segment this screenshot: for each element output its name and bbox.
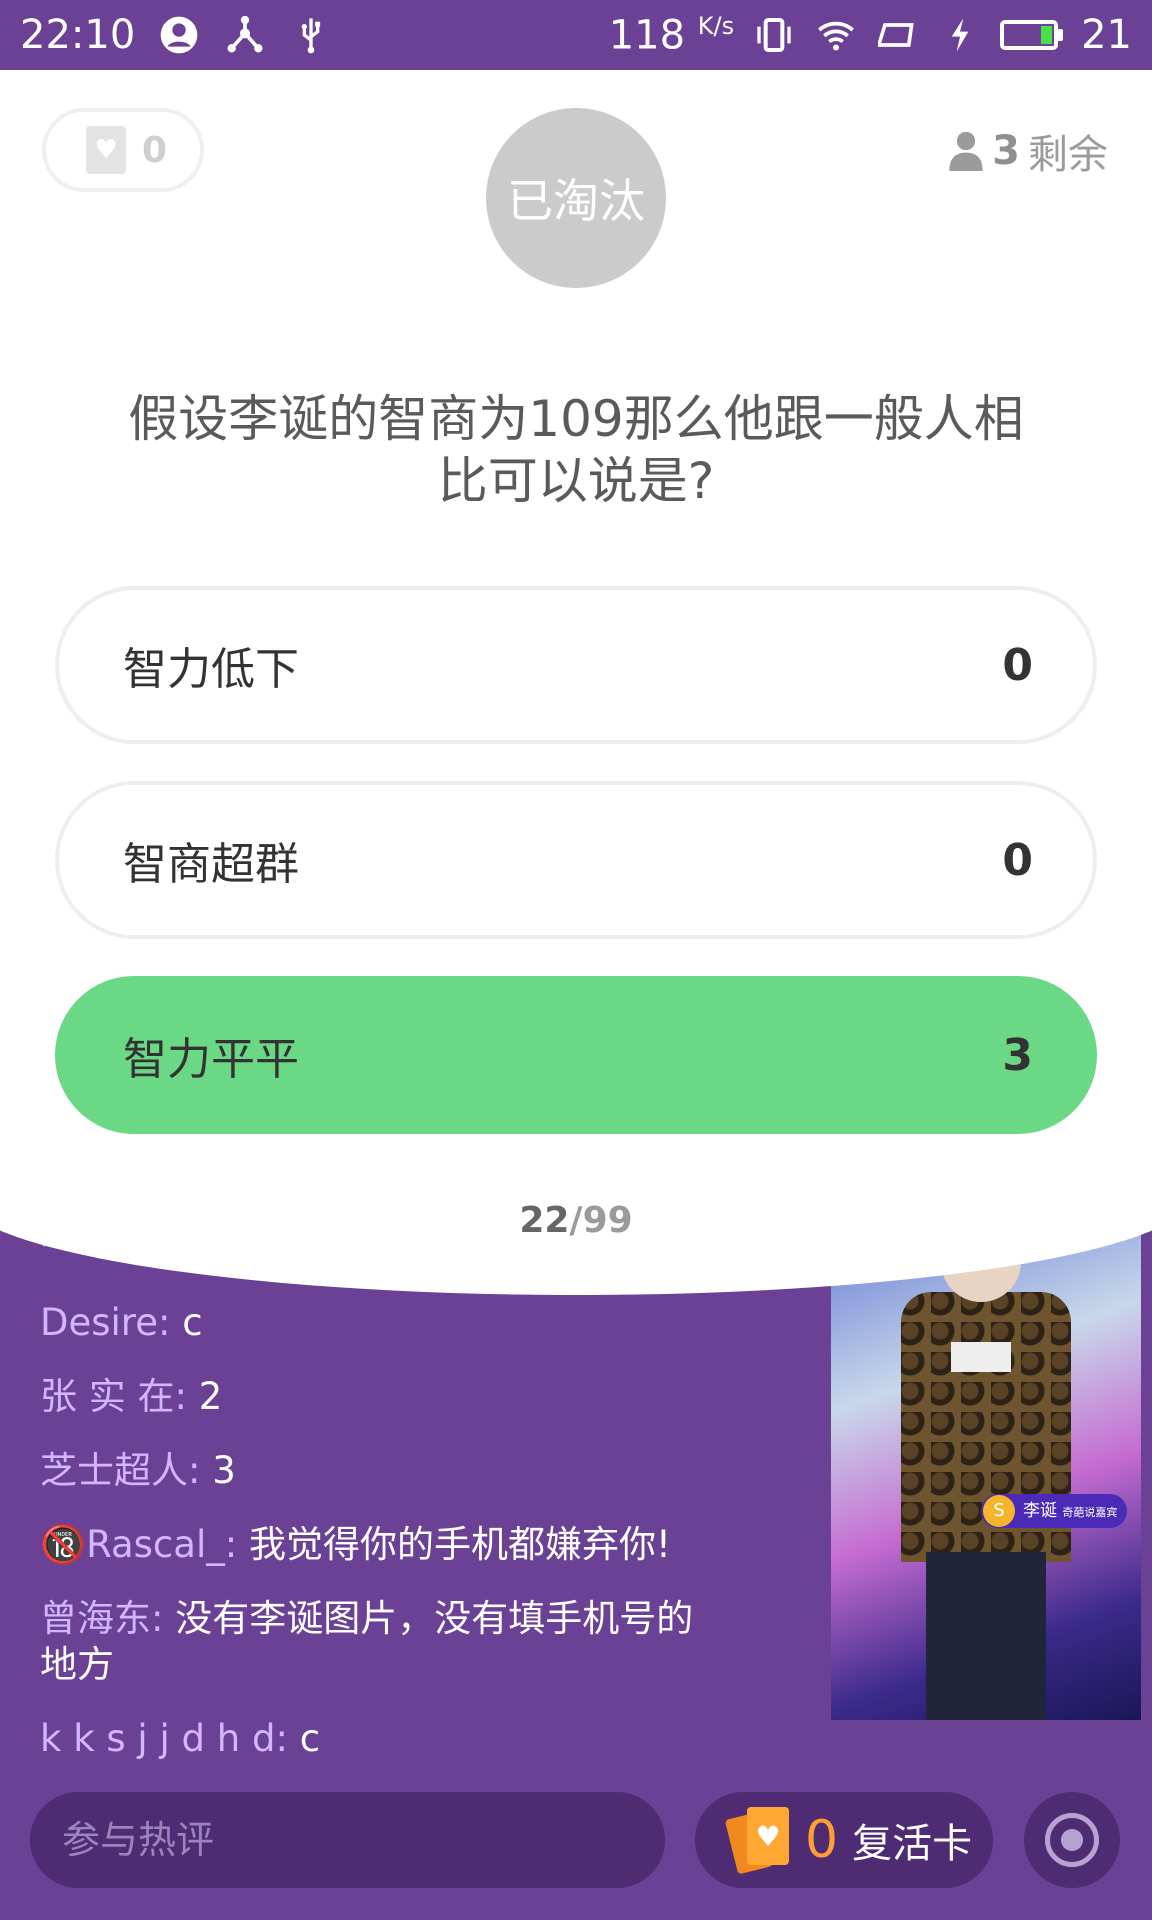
account-icon [157, 13, 201, 57]
chat-message: 张 实 在: 2 [40, 1375, 223, 1418]
lives-count: 0 [142, 129, 168, 171]
battery-icon [1000, 19, 1064, 50]
chat-text: 2 [198, 1375, 223, 1418]
lives-pill[interactable]: ♥ 0 [42, 108, 204, 192]
chat-message: k k s j j d h d: c [40, 1717, 321, 1760]
eliminated-badge: 已淘汰 [486, 108, 666, 288]
answer-option[interactable]: 智商超群 0 [55, 781, 1097, 939]
chat-username: 张 实 在 [40, 1375, 175, 1418]
age-badge-icon: 🔞 [40, 1523, 87, 1566]
option-count: 3 [1002, 1029, 1033, 1081]
option-label: 智力平平 [123, 1034, 299, 1085]
option-count: 0 [1002, 639, 1033, 691]
battery-level: 21 [1081, 11, 1132, 58]
answer-option[interactable]: 智力低下 0 [55, 586, 1097, 744]
screen-icon [876, 13, 920, 57]
chat-text: 我觉得你的手机都嫌弃你! [248, 1523, 671, 1566]
chat-username: 芝士超人 [40, 1449, 188, 1492]
charging-icon [938, 13, 982, 57]
option-label: 智商超群 [123, 839, 299, 890]
usb-icon [289, 13, 333, 57]
chat-text: c [182, 1301, 203, 1344]
chat-username: 曾海东 [40, 1597, 151, 1640]
person-icon [949, 131, 983, 171]
host-card [951, 1342, 1011, 1372]
chat-message: 🔞Rascal_: 我觉得你的手机都嫌弃你! [40, 1523, 671, 1566]
live-video[interactable]: S 李诞 奇葩说嘉宾 [831, 1232, 1141, 1720]
usb-share-icon [223, 13, 267, 57]
comment-input[interactable] [30, 1792, 665, 1888]
revive-cards-icon: ♥ [724, 1805, 791, 1875]
heart-icon: ♥ [86, 126, 126, 174]
revive-label: 复活卡 [852, 1821, 973, 1867]
chat-username: Rascal_ [86, 1523, 225, 1566]
revive-card-button[interactable]: ♥ 0 复活卡 [695, 1792, 993, 1888]
chat-message: 曾海东: 没有李诞图片，没有填手机号的地方 [40, 1597, 694, 1686]
revive-count: 0 [805, 1810, 839, 1870]
answer-option-correct[interactable]: 智力平平 3 [55, 976, 1097, 1134]
chat-text: c [299, 1717, 321, 1760]
chat-feed: 陈 Desire: c 张 实 在: 2 芝士超人: 3 🔞Rascal_: 我… [40, 1209, 740, 1790]
remaining-count: 3 [992, 128, 1020, 174]
host-name-badge: S 李诞 奇葩说嘉宾 [981, 1494, 1128, 1528]
chat-text: 3 [212, 1449, 236, 1492]
question-text: 假设李诞的智商为109那么他跟一般人相比可以说是? [128, 390, 1024, 510]
wifi-icon [814, 13, 858, 57]
remaining-players: 3 剩余 [948, 122, 1108, 180]
option-count: 0 [1002, 834, 1033, 886]
remaining-label: 剩余 [1028, 132, 1108, 178]
chat-message: Desire: c [40, 1301, 203, 1344]
clock: 22:10 [20, 12, 136, 58]
network-speed: 118 K/s [608, 11, 735, 59]
record-icon [1045, 1813, 1099, 1867]
question-progress: 22/99 [519, 1200, 633, 1241]
status-bar: 22:10 118 K/s 21 [0, 0, 1152, 70]
vibrate-icon [752, 13, 796, 57]
option-label: 智力低下 [123, 644, 299, 695]
show-logo-icon: S [983, 1495, 1015, 1527]
quiz-card-wrapper: ♥ 0 已淘汰 3 剩余 假设李诞的智商为109那么他跟一般人相比可以说是? 智力… [0, 70, 1152, 1295]
chat-username: k k s j j d h d [40, 1717, 276, 1760]
host-legs [926, 1552, 1046, 1720]
record-button[interactable] [1024, 1792, 1120, 1888]
quiz-card: ♥ 0 已淘汰 3 剩余 假设李诞的智商为109那么他跟一般人相比可以说是? 智力… [0, 70, 1152, 1295]
chat-username: Desire [40, 1301, 158, 1344]
chat-message: 芝士超人: 3 [40, 1449, 236, 1492]
